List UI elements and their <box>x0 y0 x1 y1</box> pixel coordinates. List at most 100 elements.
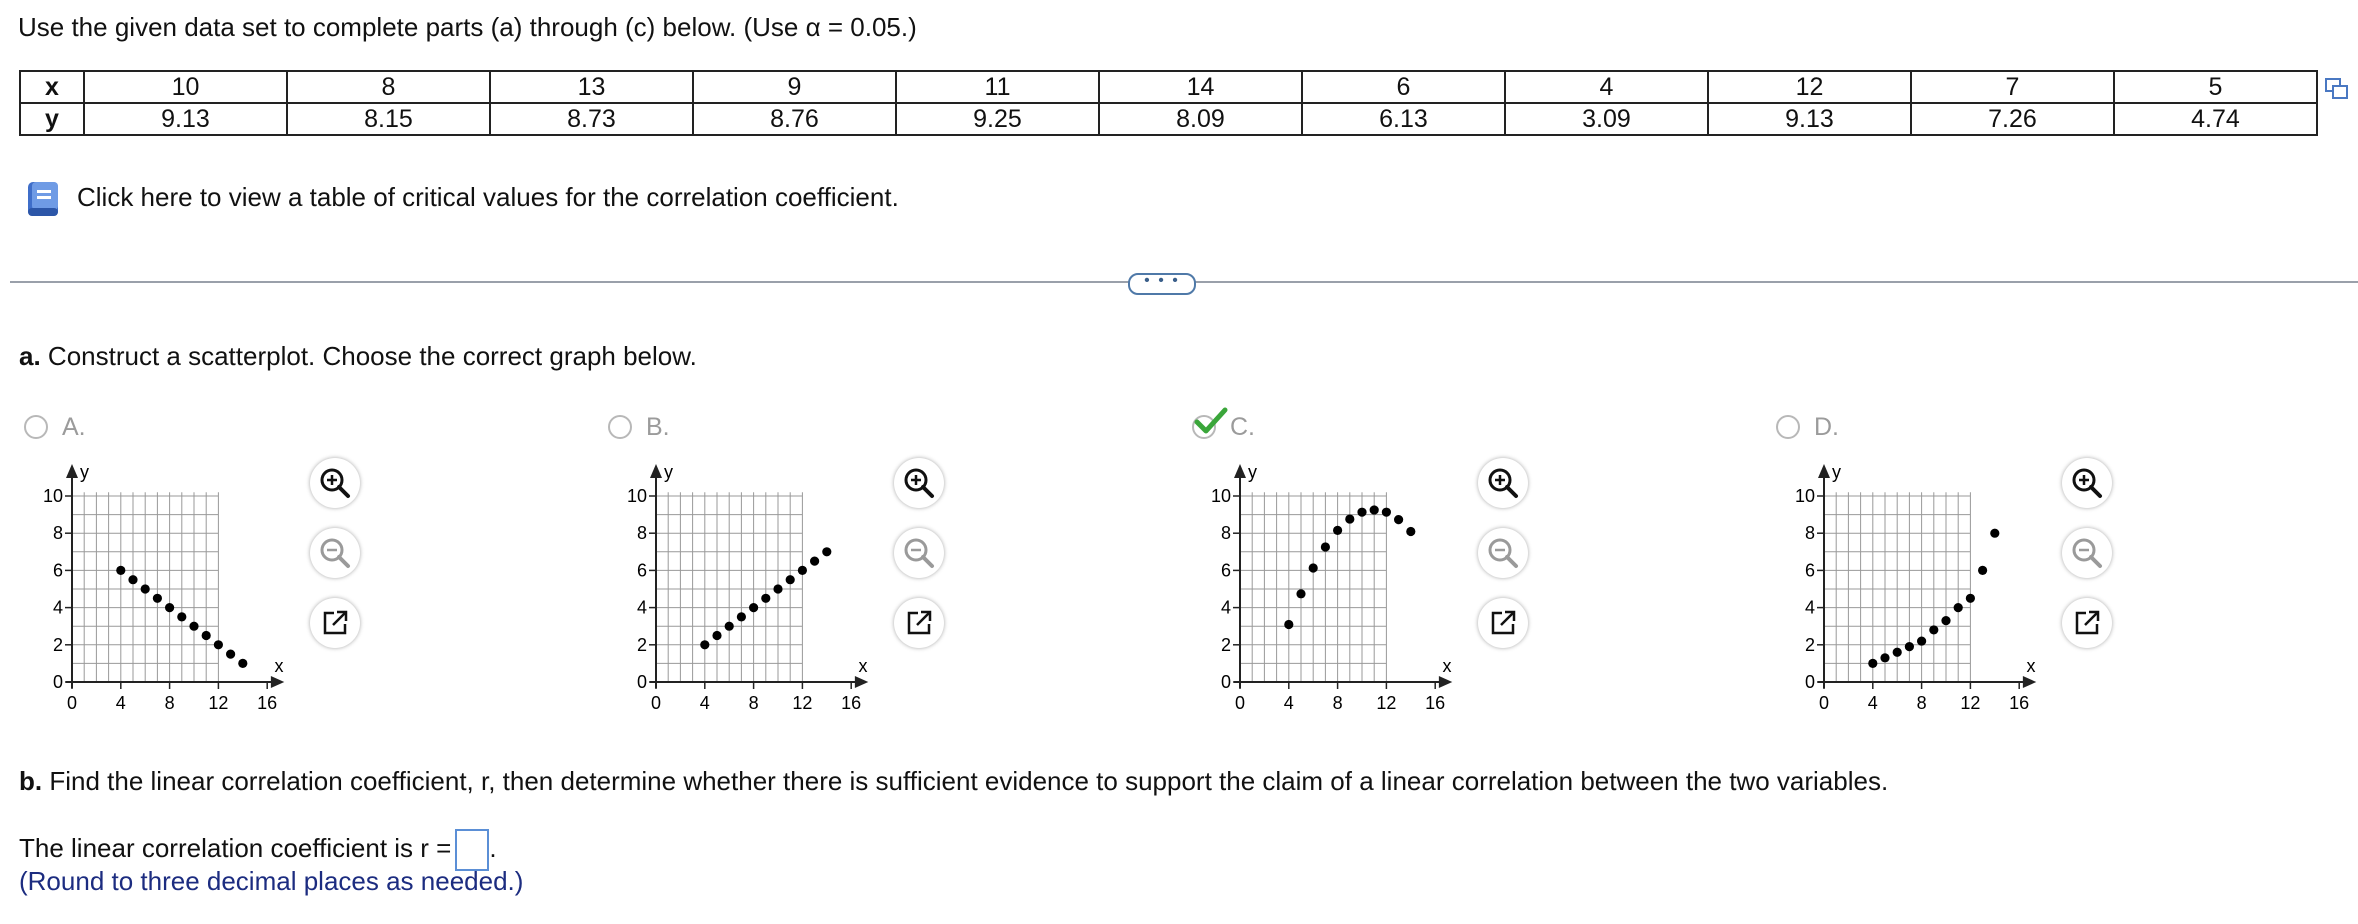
rounding-note: (Round to three decimal places as needed… <box>19 866 524 896</box>
data-point <box>1892 647 1902 657</box>
data-point <box>152 593 162 603</box>
data-point <box>1333 525 1343 536</box>
popout-button-a[interactable] <box>310 598 360 648</box>
x-tick-label: 8 <box>165 693 175 713</box>
data-point <box>736 612 746 622</box>
data-point <box>1978 565 1988 575</box>
data-point <box>177 612 187 622</box>
y-tick-label: 8 <box>53 523 63 543</box>
data-point <box>201 630 211 641</box>
x-row: x 10 8 13 9 11 14 6 4 12 7 5 <box>19 70 2318 104</box>
x-tick-label: 0 <box>651 693 661 713</box>
popout-button-b[interactable] <box>894 598 944 648</box>
x-tick-label: 0 <box>67 693 77 713</box>
option-d-radio[interactable] <box>1776 415 1800 439</box>
popout-button-d[interactable] <box>2062 598 2112 648</box>
y-tick-label: 0 <box>53 672 63 692</box>
data-point <box>797 565 807 575</box>
book-icon[interactable] <box>22 178 64 220</box>
zoom-in-button-c[interactable] <box>1478 458 1528 508</box>
y-tick-label: 10 <box>1211 486 1231 506</box>
y-header: y <box>19 102 85 136</box>
option-a-radio[interactable] <box>24 415 48 439</box>
copy-table-icon[interactable] <box>2325 78 2349 100</box>
data-point <box>1369 505 1379 515</box>
popout-button-c[interactable] <box>1478 598 1528 648</box>
data-point <box>712 630 722 641</box>
zoom-out-button-a[interactable] <box>310 528 360 578</box>
x-tick-label: 12 <box>792 693 812 713</box>
data-point <box>1406 526 1416 537</box>
part-a-prompt: a. Construct a scatterplot. Choose the c… <box>19 341 697 372</box>
data-table: x 10 8 13 9 11 14 6 4 12 7 5 y 9.13 8.15… <box>19 70 2318 136</box>
x-cell: 6 <box>1301 70 1506 104</box>
y-tick-label: 0 <box>1805 672 1815 692</box>
data-point <box>238 658 248 668</box>
zoom-in-button-d[interactable] <box>2062 458 2112 508</box>
scatterplot-c: y x 10 8 6 4 2 00 4 8 12 16 <box>1211 462 1453 713</box>
instructions-text: Use the given data set to complete parts… <box>18 12 917 42</box>
zoom-in-icon <box>904 468 934 498</box>
part-b-letter: b. <box>19 766 43 796</box>
x-axis-arrow <box>854 676 869 688</box>
data-point <box>785 575 795 585</box>
data-point <box>700 640 710 650</box>
y-tick-label: 4 <box>1221 598 1231 618</box>
data-point <box>1990 528 2000 538</box>
x-axis-arrow <box>1438 676 1453 688</box>
x-axis-label: x <box>2027 656 2036 676</box>
zoom-in-button-b[interactable] <box>894 458 944 508</box>
y-cell: 8.09 <box>1098 102 1303 136</box>
r-answer-line: The linear correlation coefficient is r … <box>19 829 497 871</box>
y-tick-label: 2 <box>53 635 63 655</box>
y-cell: 7.26 <box>1910 102 2115 136</box>
x-tick-label: 12 <box>1376 693 1396 713</box>
zoom-out-button-c[interactable] <box>1478 528 1528 578</box>
data-point <box>761 593 771 603</box>
x-axis-arrow <box>270 676 285 688</box>
data-point <box>1394 515 1404 525</box>
y-axis-arrow <box>1234 464 1246 478</box>
y-cell: 9.13 <box>1707 102 1912 136</box>
y-tick-label: 2 <box>1805 635 1815 655</box>
option-b-radio[interactable] <box>608 415 632 439</box>
zoom-out-icon <box>1488 538 1518 568</box>
y-tick-label: 8 <box>1221 523 1231 543</box>
r-suffix: . <box>489 832 497 863</box>
y-cell: 8.76 <box>692 102 897 136</box>
data-point <box>773 584 783 594</box>
x-tick-label: 8 <box>1917 693 1927 713</box>
y-axis-label: y <box>80 462 89 482</box>
data-point <box>1917 636 1927 646</box>
x-cell: 10 <box>83 70 288 104</box>
y-cell: 8.15 <box>286 102 491 136</box>
y-cell: 8.73 <box>489 102 694 136</box>
scatterplot-b: y x 10 8 6 4 2 00 4 8 12 16 <box>627 462 869 713</box>
x-cell: 8 <box>286 70 491 104</box>
external-link-icon <box>323 610 348 635</box>
x-cell: 5 <box>2113 70 2318 104</box>
data-point <box>1929 625 1939 635</box>
y-axis-arrow <box>1818 464 1830 478</box>
x-cell: 7 <box>1910 70 2115 104</box>
data-point <box>1904 642 1914 652</box>
zoom-out-button-b[interactable] <box>894 528 944 578</box>
r-answer-input[interactable] <box>455 829 490 871</box>
y-axis-label: y <box>1832 462 1841 482</box>
data-point <box>749 603 759 613</box>
critical-values-link[interactable]: Click here to view a table of critical v… <box>77 182 899 213</box>
more-button[interactable]: • • • <box>1128 273 1196 295</box>
data-point <box>165 603 175 613</box>
zoom-out-icon <box>2072 538 2102 568</box>
data-point <box>724 621 734 631</box>
part-b-text: Find the linear correlation coefficient,… <box>49 766 1889 796</box>
zoom-in-button-a[interactable] <box>310 458 360 508</box>
option-c-label: C. <box>1230 413 1255 441</box>
zoom-out-button-d[interactable] <box>2062 528 2112 578</box>
external-link-icon <box>2075 610 2100 635</box>
data-point <box>1345 514 1355 524</box>
x-tick-label: 4 <box>1284 693 1294 713</box>
r-prompt: The linear correlation coefficient is r … <box>19 832 452 863</box>
scatterplot-d: y x 10 8 6 4 2 00 4 8 12 16 <box>1795 462 2037 713</box>
y-tick-label: 10 <box>43 486 63 506</box>
